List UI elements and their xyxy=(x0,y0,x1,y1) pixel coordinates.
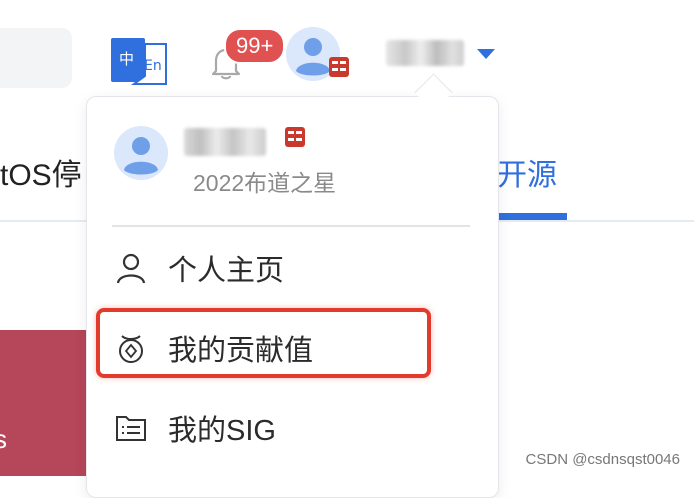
seal-icon xyxy=(285,127,305,147)
highlight-annotation-box xyxy=(96,308,431,378)
seal-icon xyxy=(329,57,349,77)
dropdown-divider xyxy=(112,225,470,227)
chevron-down-icon[interactable] xyxy=(475,46,497,62)
notification-badge[interactable]: 99+ xyxy=(224,28,286,64)
nav-item-partial[interactable]: tOS停 xyxy=(0,150,82,194)
banner-image[interactable] xyxy=(0,330,86,476)
menu-item-my-sig[interactable]: 我的SIG xyxy=(114,406,276,450)
search-box[interactable] xyxy=(0,28,72,88)
dropdown-avatar[interactable] xyxy=(113,125,169,181)
translate-icon-zh: 中 xyxy=(119,50,134,68)
menu-item-label: 个人主页 xyxy=(168,255,285,287)
user-title-badge: 2022布道之星 xyxy=(193,170,337,196)
username-blurred[interactable] xyxy=(386,40,464,66)
folder-list-icon xyxy=(116,416,146,441)
user-icon xyxy=(116,253,146,284)
translate-icon[interactable]: 中 En xyxy=(110,36,168,86)
tab-open-source[interactable]: 开源 xyxy=(497,150,557,194)
menu-item-label: 我的SIG xyxy=(168,415,276,447)
translate-icon-en: En xyxy=(144,58,162,74)
menu-item-profile[interactable]: 个人主页 xyxy=(114,246,284,290)
dropdown-username-blurred xyxy=(184,128,266,156)
banner-text: s xyxy=(0,424,7,454)
watermark: CSDN @csdnsqst0046 xyxy=(525,451,680,468)
